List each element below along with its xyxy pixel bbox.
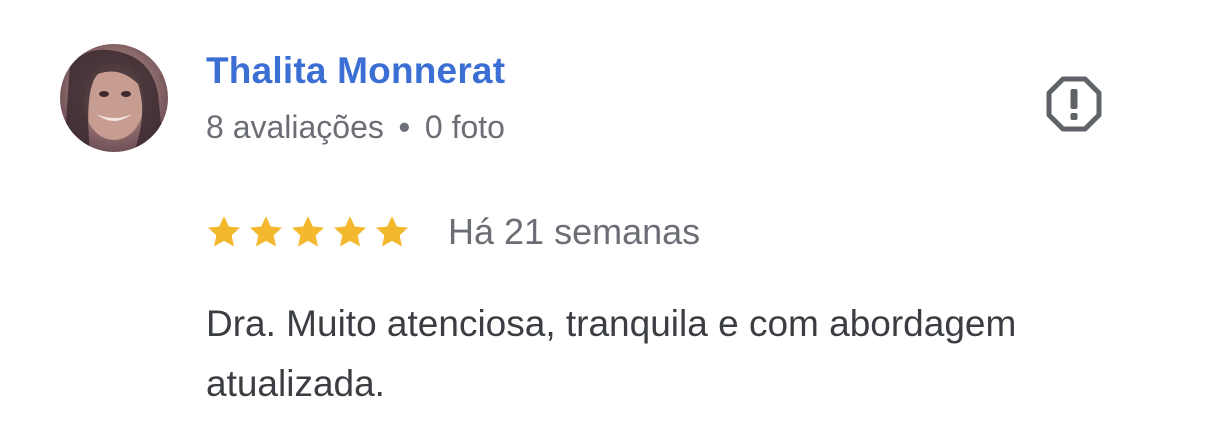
avatar[interactable] xyxy=(60,44,168,152)
star-icon xyxy=(246,212,286,252)
reviews-count: 8 avaliações xyxy=(206,109,384,145)
review-date: Há 21 semanas xyxy=(448,211,701,252)
photos-count: 0 foto xyxy=(424,109,505,145)
review-text: Dra. Muito atenciosa, tranquila e com ab… xyxy=(206,303,1017,404)
star-icon xyxy=(372,212,412,252)
meta-separator: • xyxy=(398,109,410,145)
rating-row: Há 21 semanas xyxy=(204,208,700,256)
report-octagon-icon xyxy=(1045,75,1103,138)
star-icon xyxy=(330,212,370,252)
star-icon xyxy=(288,212,328,252)
report-review-button[interactable] xyxy=(1043,76,1105,136)
reviewer-meta: 8 avaliações • 0 foto xyxy=(206,109,505,146)
star-icon xyxy=(204,212,244,252)
star-rating xyxy=(204,212,412,252)
reviewer-name[interactable]: Thalita Monnerat xyxy=(206,50,505,92)
